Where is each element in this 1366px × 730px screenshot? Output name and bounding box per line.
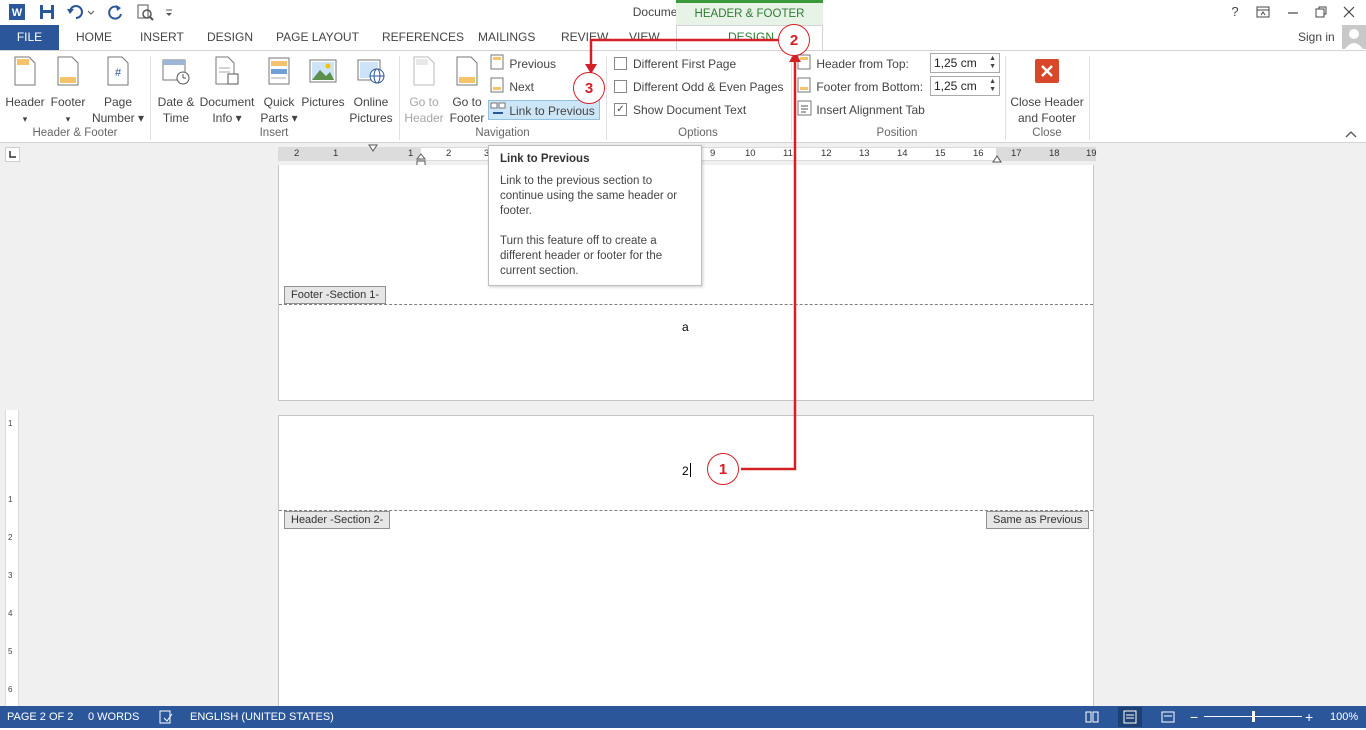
- zoom-level[interactable]: 100%: [1330, 706, 1358, 728]
- zoom-in-icon[interactable]: +: [1305, 706, 1313, 728]
- annotation-arrows: [585, 38, 801, 471]
- callout-2: 2: [778, 24, 810, 56]
- proofing-icon[interactable]: [158, 709, 174, 725]
- language[interactable]: ENGLISH (UNITED STATES): [190, 706, 334, 728]
- print-layout-icon[interactable]: [1118, 707, 1142, 727]
- callout-3: 3: [573, 72, 605, 104]
- zoom-slider-thumb[interactable]: [1252, 711, 1255, 722]
- read-mode-icon[interactable]: [1084, 709, 1100, 725]
- page-count[interactable]: PAGE 2 OF 2: [7, 706, 73, 728]
- word-count[interactable]: 0 WORDS: [88, 706, 139, 728]
- callout-1: 1: [707, 453, 739, 485]
- zoom-out-icon[interactable]: −: [1190, 706, 1198, 728]
- web-layout-icon[interactable]: [1160, 709, 1176, 725]
